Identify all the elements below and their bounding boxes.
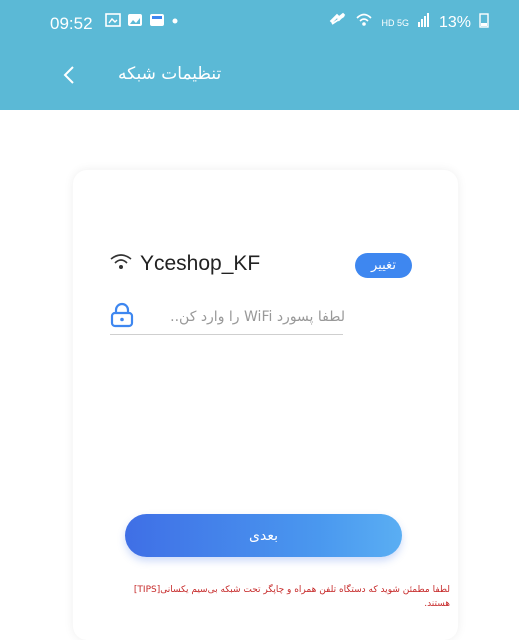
tips-line-2: هستند. bbox=[424, 599, 450, 609]
notification-icons bbox=[105, 12, 187, 28]
wifi-icon bbox=[110, 253, 132, 275]
wifi-network-row: Yceshop_KF bbox=[110, 252, 260, 276]
battery-icon bbox=[479, 12, 489, 33]
network-type: HD 5G bbox=[381, 17, 409, 28]
tips-line-1: لطفا مطمئن شوید که دستگاه تلفن همراه و چ… bbox=[133, 585, 450, 595]
store-notification-icon bbox=[149, 12, 165, 28]
next-button[interactable]: بعدی bbox=[125, 514, 402, 557]
battery-level: 13% bbox=[438, 13, 471, 31]
gallery-notification-icon bbox=[127, 12, 143, 28]
signal-icon bbox=[417, 12, 431, 33]
app-notification-icon bbox=[105, 12, 121, 28]
status-indicators: HD 5G 13% bbox=[329, 12, 489, 33]
lock-icon bbox=[110, 302, 134, 328]
wifi-config-card bbox=[73, 170, 458, 640]
wifi-ssid: Yceshop_KF bbox=[140, 252, 261, 275]
tips-text: لطفا مطمئن شوید که دستگاه تلفن همراه و چ… bbox=[80, 583, 450, 611]
status-time: 09:52 bbox=[50, 14, 93, 33]
page-title: تنظیمات شبکه bbox=[118, 64, 222, 84]
change-network-button[interactable]: تغییر bbox=[355, 253, 412, 278]
password-input[interactable] bbox=[140, 302, 347, 332]
wifi-status-icon bbox=[355, 12, 373, 33]
app-header: 09:52 HD 5G 13% تنظیمات شبکه bbox=[0, 0, 519, 110]
back-arrow-icon[interactable] bbox=[58, 64, 80, 86]
dot-icon bbox=[171, 12, 187, 28]
mute-icon bbox=[329, 12, 347, 33]
password-field bbox=[110, 302, 347, 335]
